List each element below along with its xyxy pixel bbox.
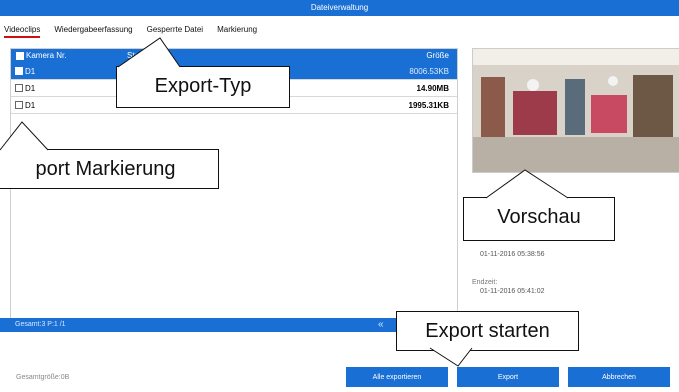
tab-bar: Videoclips Wiedergabeerfassung Gesperrte… — [0, 22, 267, 38]
total-size: Gesamtgröße:0B — [16, 374, 70, 381]
end-time-label: Endzeit: — [472, 279, 498, 286]
header-size: Größe — [426, 51, 449, 60]
select-all-checkbox[interactable] — [16, 52, 24, 60]
preview-image — [472, 48, 679, 173]
tab-wiedergabeerfassung[interactable]: Wiedergabeerfassung — [54, 22, 132, 38]
list-header: Kamera Nr. Start-/ Größe — [11, 49, 457, 63]
row-size: 1995.31KB — [408, 101, 449, 110]
tab-gesperrte-datei[interactable]: Gesperrte Datei — [147, 22, 203, 38]
store-photo — [473, 49, 679, 172]
row-size: 8006.53KB — [409, 67, 449, 76]
header-camera: Kamera Nr. — [26, 51, 67, 60]
callout-export-type: Export-Typ — [116, 66, 290, 108]
export-all-button[interactable]: Alle exportieren — [346, 367, 448, 387]
page-count: Gesamt:3 P:1 /1 — [15, 321, 66, 328]
callout-export-start: Export starten — [396, 311, 579, 351]
export-button[interactable]: Export — [457, 367, 559, 387]
row-size: 14.90MB — [416, 84, 449, 93]
tab-videoclips[interactable]: Videoclips — [4, 22, 41, 38]
row-camera: D1 — [25, 101, 36, 110]
cancel-button[interactable]: Abbrechen — [568, 367, 670, 387]
tab-markierung[interactable]: Markierung — [217, 22, 257, 38]
row-checkbox[interactable] — [15, 67, 23, 75]
prev-page-button[interactable]: « — [378, 318, 384, 332]
row-camera: D1 — [25, 84, 36, 93]
row-camera: D1 — [25, 67, 36, 76]
end-time-value: 01-11-2016 05:41:02 — [480, 288, 545, 295]
row-checkbox[interactable] — [15, 84, 23, 92]
start-time-value: 01-11-2016 05:38:56 — [480, 251, 545, 258]
callout-preview: Vorschau — [463, 197, 615, 241]
row-checkbox[interactable] — [15, 101, 23, 109]
window-title: Dateiverwaltung — [310, 3, 369, 12]
header-start: Start-/ — [127, 51, 149, 60]
callout-export-marking: port Markierung — [0, 149, 219, 189]
title-bar: Dateiverwaltung — [0, 0, 679, 16]
